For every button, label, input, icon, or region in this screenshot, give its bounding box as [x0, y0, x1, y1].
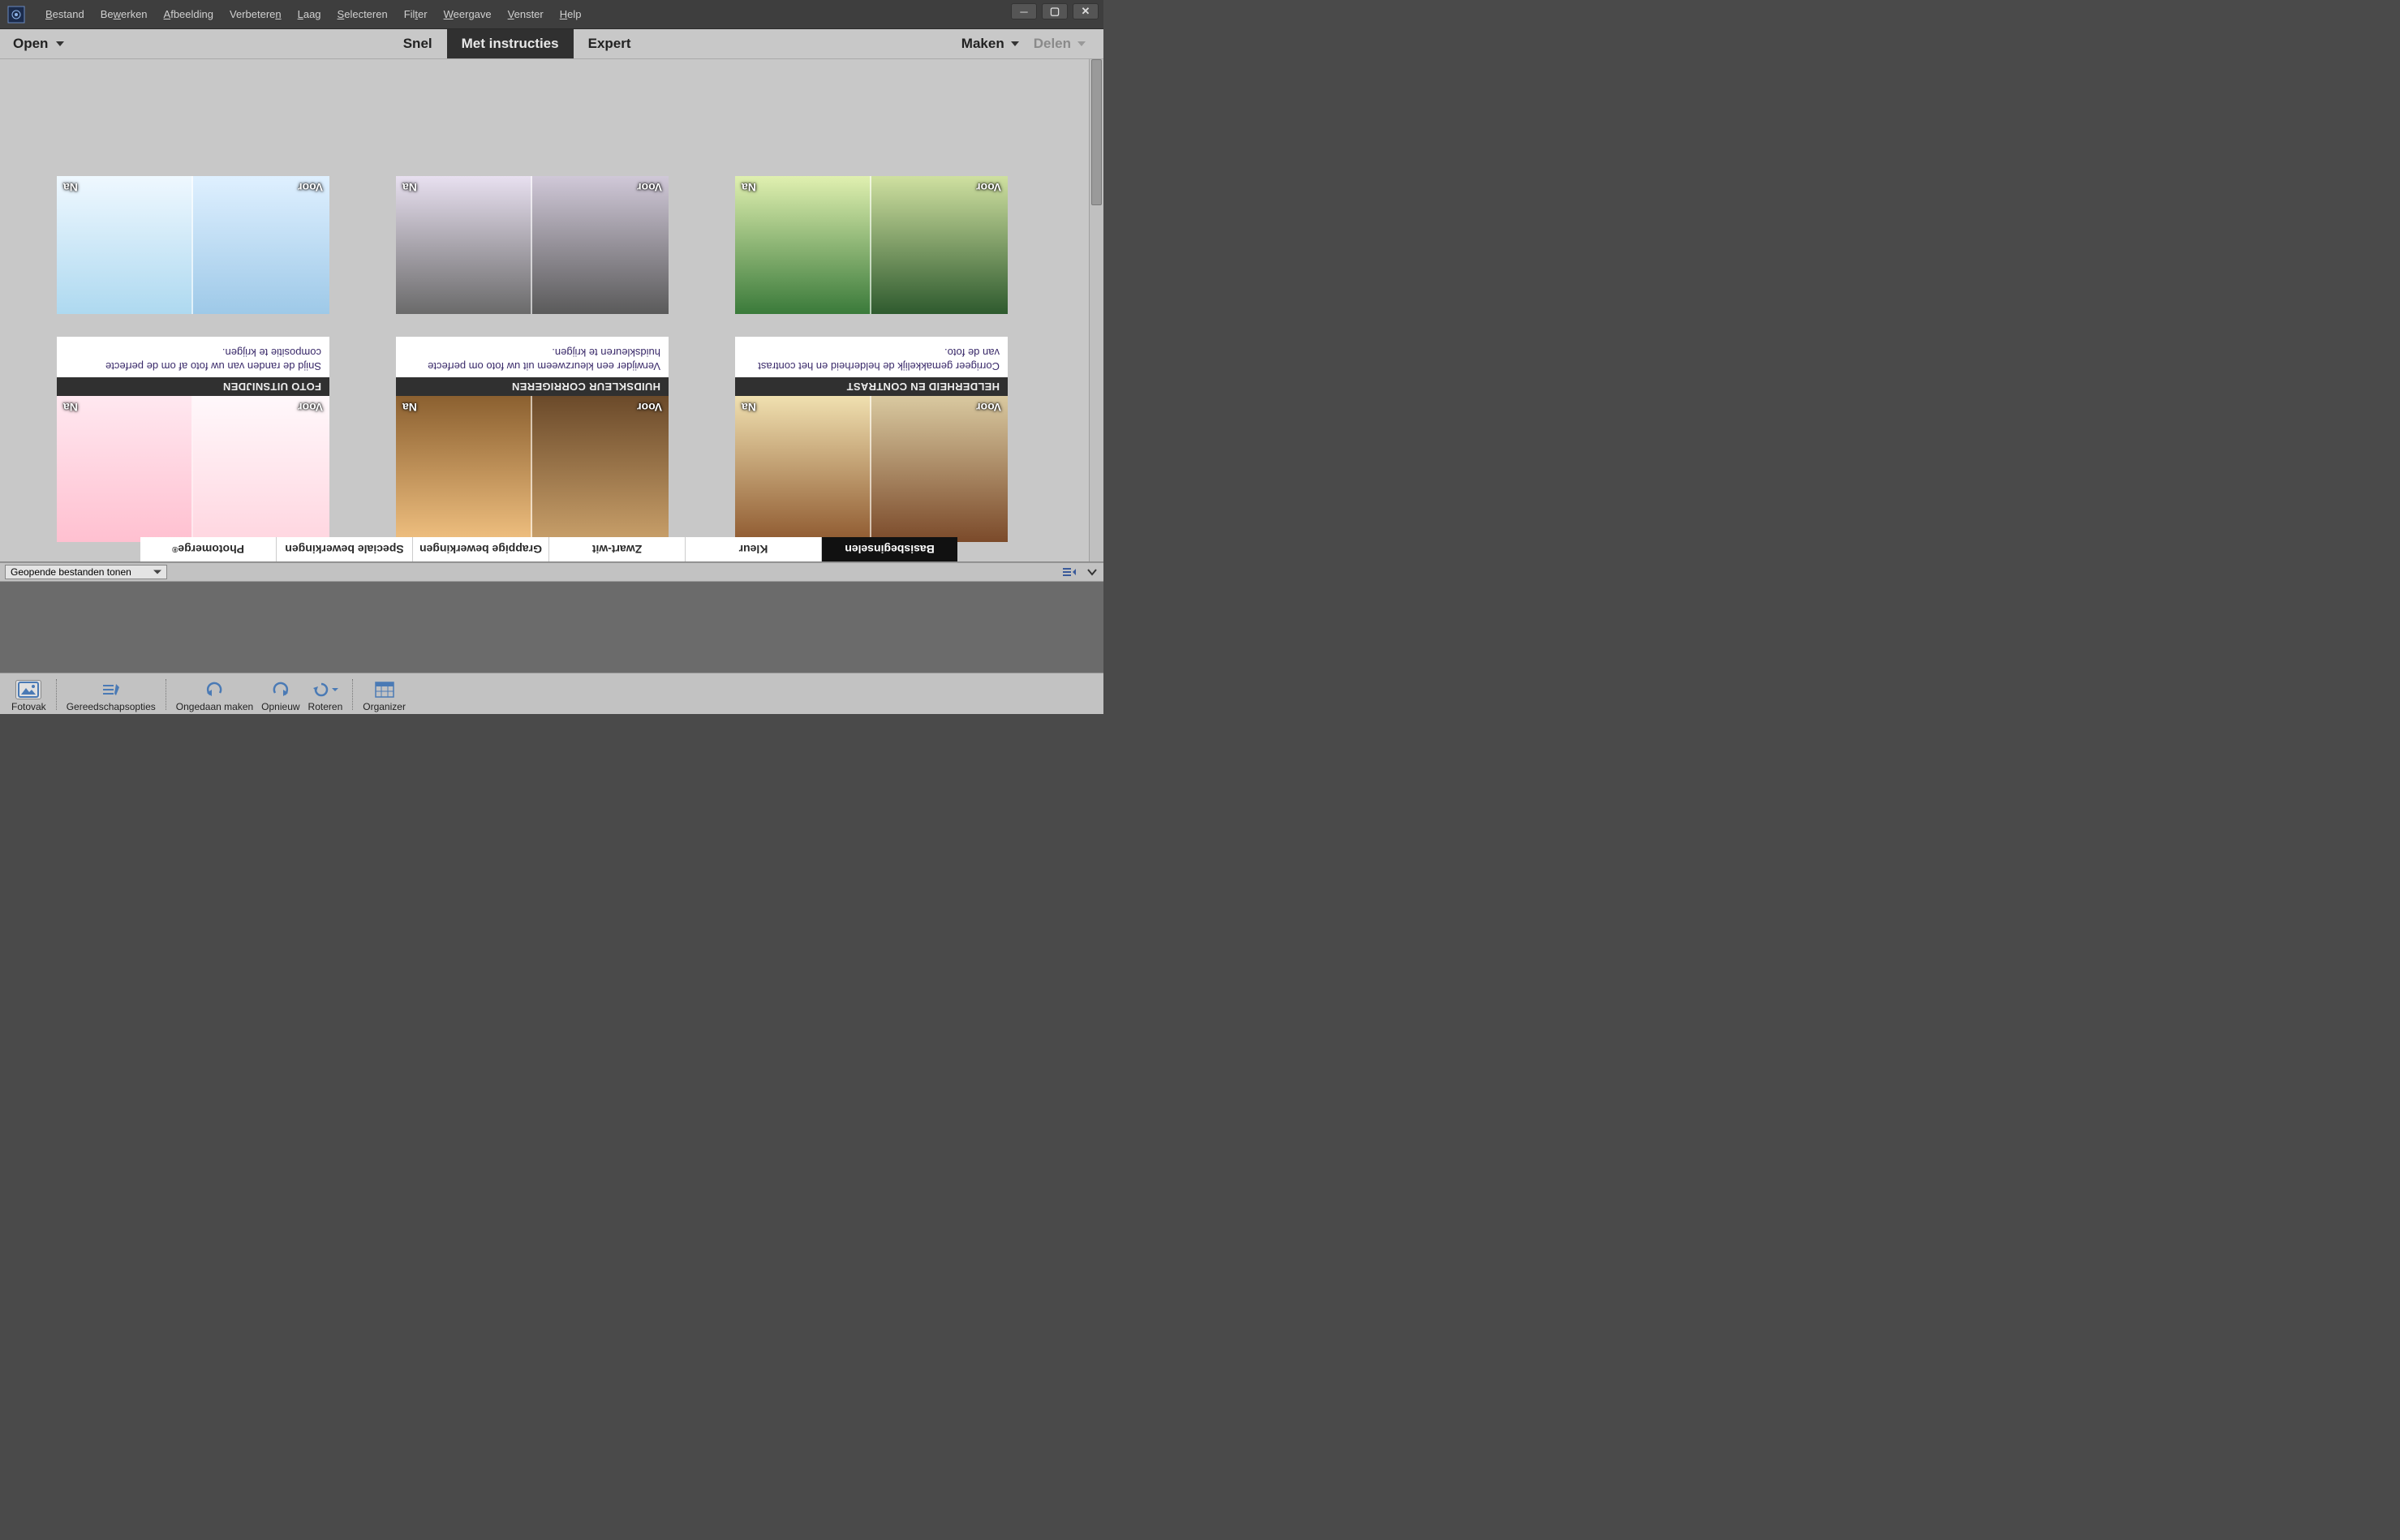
gereedschapsopties-label: Gereedschapsopties [67, 701, 156, 712]
chevron-down-icon[interactable] [1086, 566, 1099, 578]
guided-tab-photomerge[interactable]: Photomerge® [140, 537, 276, 561]
open-files-bar: Geopende bestanden tonen [0, 562, 1103, 582]
guided-card[interactable]: Voor Na FOTO UITSNIJDEN Snijd de randen … [57, 337, 329, 542]
grid-icon [372, 680, 398, 699]
ongedaan-label: Ongedaan maken [176, 701, 253, 712]
card-desc: Verwijder een kleurzweem uit uw foto om … [396, 337, 669, 377]
after-label: Na [742, 401, 756, 414]
before-label: Voor [298, 401, 323, 414]
delen-button[interactable]: Delen [1029, 36, 1090, 52]
guided-category-tabs: Basisbeginselen Kleur Zwart-wit Grappige… [140, 537, 957, 561]
before-label: Voor [637, 181, 662, 194]
list-view-icon[interactable] [1063, 566, 1076, 578]
chevron-down-icon [1011, 41, 1019, 46]
card-desc: Corrigeer gemakkelijk de helderheid en h… [735, 337, 1008, 377]
tab-expert[interactable]: Expert [574, 29, 646, 58]
tab-met-instructies[interactable]: Met instructies [447, 29, 574, 58]
organizer-label: Organizer [363, 701, 406, 712]
card-thumb: Voor Na [735, 396, 1008, 542]
card-desc: Snijd de randen van uw foto af om de per… [57, 337, 329, 377]
guided-tab-speciale[interactable]: Speciale bewerkingen [276, 537, 412, 561]
guided-card[interactable]: Voor Na [735, 176, 1008, 314]
chevron-down-icon [332, 688, 338, 691]
close-button[interactable]: ✕ [1073, 3, 1099, 19]
tab-snel[interactable]: Snel [389, 29, 447, 58]
menu-bar: Bestand Bewerken Afbeelding Verbeteren L… [0, 0, 1103, 29]
redo-icon [268, 680, 294, 699]
menu-venster[interactable]: Venster [500, 6, 552, 22]
after-label: Na [742, 181, 756, 194]
guided-tab-grappige[interactable]: Grappige bewerkingen [412, 537, 548, 561]
guided-tab-zwartwit[interactable]: Zwart-wit [548, 537, 685, 561]
menu-bewerken[interactable]: Bewerken [92, 6, 156, 22]
card-thumb: Voor Na [396, 396, 669, 542]
card-thumb: Voor Na [57, 176, 329, 314]
chevron-down-icon [1077, 41, 1086, 46]
gereedschapsopties-button[interactable]: Gereedschapsopties [63, 680, 159, 712]
fotovak-label: Fotovak [11, 701, 46, 712]
card-thumb: Voor Na [735, 176, 1008, 314]
menu-bestand[interactable]: Bestand [37, 6, 92, 22]
bottom-panel: Fotovak Gereedschapsopties Ongedaan make… [0, 673, 1103, 714]
minimize-button[interactable]: ─ [1011, 3, 1037, 19]
open-files-label: Geopende bestanden tonen [11, 566, 131, 578]
ongedaan-maken-button[interactable]: Ongedaan maken [173, 680, 256, 712]
photo-bin [0, 582, 1103, 673]
before-label: Voor [976, 181, 1001, 194]
guided-card[interactable]: Voor Na [57, 176, 329, 314]
roteren-label: Roteren [308, 701, 343, 712]
guided-card[interactable]: Voor Na HELDERHEID EN CONTRAST Corrigeer… [735, 337, 1008, 542]
chevron-down-icon [56, 41, 64, 46]
card-thumb: Voor Na [396, 176, 669, 314]
menu-afbeelding[interactable]: Afbeelding [156, 6, 222, 22]
maken-button[interactable]: Maken [957, 36, 1024, 52]
guided-content: Voor Na HELDERHEID EN CONTRAST Corrigeer… [0, 58, 1103, 562]
menu-selecteren[interactable]: Selecteren [329, 6, 396, 22]
open-files-dropdown[interactable]: Geopende bestanden tonen [5, 565, 167, 579]
organizer-button[interactable]: Organizer [359, 680, 409, 712]
before-label: Voor [976, 401, 1001, 414]
opnieuw-button[interactable]: Opnieuw [258, 680, 303, 712]
before-label: Voor [298, 181, 323, 194]
maximize-button[interactable]: ▢ [1042, 3, 1068, 19]
toolbar-row: Open Snel Met instructies Expert Maken D… [0, 29, 1103, 58]
image-icon [15, 680, 41, 699]
menu-filter[interactable]: Filter [396, 6, 436, 22]
delen-label: Delen [1034, 36, 1071, 52]
card-title: FOTO UITSNIJDEN [57, 377, 329, 396]
guided-card[interactable]: Voor Na [396, 176, 669, 314]
fotovak-button[interactable]: Fotovak [8, 680, 49, 712]
before-label: Voor [637, 401, 662, 414]
after-label: Na [402, 181, 417, 194]
after-label: Na [63, 401, 78, 414]
after-label: Na [402, 401, 417, 414]
menu-weergave[interactable]: Weergave [436, 6, 500, 22]
scrollbar-thumb[interactable] [1091, 59, 1102, 205]
guided-tab-kleur[interactable]: Kleur [685, 537, 821, 561]
open-label: Open [13, 36, 48, 52]
maken-label: Maken [961, 36, 1004, 52]
after-label: Na [63, 181, 78, 194]
guided-tab-basisbeginselen[interactable]: Basisbeginselen [821, 537, 957, 561]
mode-tabs: Snel Met instructies Expert [389, 29, 646, 58]
menu-laag[interactable]: Laag [290, 6, 329, 22]
window-controls: ─ ▢ ✕ [1011, 3, 1099, 19]
roteren-button[interactable]: Roteren [305, 680, 346, 712]
undo-icon [201, 680, 227, 699]
card-title: HELDERHEID EN CONTRAST [735, 377, 1008, 396]
scrollbar[interactable] [1089, 59, 1103, 561]
menu-help[interactable]: Help [552, 6, 590, 22]
open-button[interactable]: Open [0, 29, 77, 58]
opnieuw-label: Opnieuw [261, 701, 299, 712]
menu-verbeteren[interactable]: Verbeteren [222, 6, 290, 22]
options-icon [98, 680, 124, 699]
app-icon [6, 5, 26, 24]
card-thumb: Voor Na [57, 396, 329, 542]
guided-card[interactable]: Voor Na HUIDSKLEUR CORRIGEREN Verwijder … [396, 337, 669, 542]
rotate-icon [312, 680, 338, 699]
card-title: HUIDSKLEUR CORRIGEREN [396, 377, 669, 396]
